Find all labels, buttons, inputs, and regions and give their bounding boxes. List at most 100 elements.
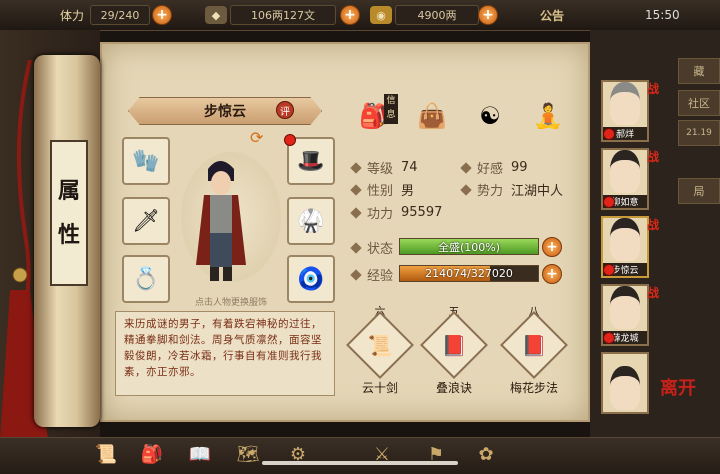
- stat-faction: 势力 江湖中人: [460, 180, 564, 199]
- skill-name: 云十剑: [361, 381, 398, 395]
- new-indicator: [603, 332, 615, 344]
- scroll-title: 属 性: [50, 140, 88, 286]
- ingot-value: 4900两: [395, 5, 479, 25]
- stat-label: 功力: [367, 207, 394, 222]
- exp-row: 经验: [350, 265, 401, 284]
- stat-value: 95597: [401, 205, 443, 220]
- outfit-hint: 点击人物更换服饰: [194, 298, 267, 308]
- battle-badge: 战: [647, 150, 660, 164]
- money-add-button[interactable]: +: [340, 5, 360, 25]
- right-tab-community[interactable]: 社区: [678, 90, 720, 116]
- exp-bar: 214074/327020: [399, 265, 539, 282]
- ring-icon: 💍: [132, 266, 160, 292]
- avatar: [610, 150, 640, 193]
- new-indicator: [603, 264, 615, 276]
- right-tab-ju[interactable]: 局: [678, 178, 720, 204]
- book-icon: 📕: [441, 333, 467, 357]
- flower-icon[interactable]: ✿: [470, 441, 502, 467]
- state-value: 全盛(100%): [437, 240, 501, 254]
- scroll-title-char: 性: [57, 222, 80, 248]
- equip-slot-gloves[interactable]: 🧤: [122, 137, 170, 185]
- money-value: 106两127文: [230, 5, 336, 25]
- skill-1[interactable]: 六 📜 云十剑: [346, 303, 414, 396]
- ingot-icon: ◉: [370, 5, 392, 25]
- exp-add-button[interactable]: +: [542, 264, 562, 284]
- ingot-add-button[interactable]: +: [478, 5, 498, 25]
- new-indicator: [284, 134, 296, 146]
- clock: 15:50: [645, 8, 680, 22]
- tab-bag[interactable]: 👜: [412, 96, 452, 136]
- state-bar: 全盛(100%): [399, 238, 539, 255]
- amulet-icon: 🧿: [297, 266, 325, 292]
- swap-icon[interactable]: ⟳: [250, 128, 272, 158]
- right-tab-cang[interactable]: 藏: [678, 58, 720, 84]
- top-bar: 体力 29/240 + ◆ 106两127文 + ◉ 4900两 + 公告 15…: [0, 0, 720, 31]
- compass-icon: ☯: [479, 102, 501, 130]
- bag-icon[interactable]: 🎒: [136, 441, 168, 467]
- scroll-title-char: 属: [57, 178, 80, 204]
- book-icon: 📕: [521, 333, 547, 357]
- stat-label: 等级: [367, 162, 394, 177]
- scroll-icon: 📜: [367, 333, 393, 357]
- tab-info-label: 信息: [384, 94, 398, 124]
- rating-badge[interactable]: 评: [276, 101, 294, 119]
- equip-slot-ring[interactable]: 💍: [122, 255, 170, 303]
- stat-value: 74: [401, 160, 418, 175]
- state-add-button[interactable]: +: [542, 237, 562, 257]
- dart-icon: 🗡: [132, 208, 160, 234]
- skill-frame: 📕: [420, 311, 488, 379]
- new-indicator: [603, 196, 615, 208]
- avatar: [610, 286, 640, 329]
- leave-button[interactable]: 离开: [660, 374, 696, 400]
- stat-favor: 好感 99: [460, 158, 528, 177]
- stat-label: 好感: [477, 162, 504, 177]
- skill-frame: 📕: [500, 311, 568, 379]
- stat-gender: 性别男: [350, 180, 415, 199]
- stat-value: 99: [511, 160, 528, 175]
- state-row: 状态: [350, 238, 401, 257]
- body-icon: 🧘: [533, 102, 563, 130]
- stamina-value: 29/240: [90, 5, 150, 25]
- tab-compass[interactable]: ☯: [470, 96, 510, 136]
- map-icon[interactable]: 🗺: [232, 441, 264, 467]
- scroll-icon[interactable]: 📜: [90, 441, 122, 467]
- stat-power: 功力 95597: [350, 203, 443, 222]
- equip-slot-weapon[interactable]: 🗡: [122, 197, 170, 245]
- book-icon[interactable]: 📖: [184, 441, 216, 467]
- roster-item[interactable]: [601, 352, 649, 414]
- stat-label: 性别: [367, 184, 394, 199]
- battle-badge: 战: [647, 286, 660, 300]
- skill-2[interactable]: 五 📕 叠浪诀: [420, 303, 488, 396]
- avatar: [610, 366, 640, 410]
- new-indicator: [603, 128, 615, 140]
- equip-slot-amulet[interactable]: 🧿: [287, 255, 335, 303]
- state-label: 状态: [367, 242, 394, 257]
- stat-value: 江湖中人: [511, 184, 564, 199]
- skill-name: 梅花步法: [509, 381, 558, 395]
- equip-slot-armor[interactable]: 🥋: [287, 197, 335, 245]
- gloves-icon: 🧤: [132, 148, 160, 174]
- avatar: [610, 82, 640, 125]
- avatar: [610, 218, 640, 261]
- armor-icon: 🥋: [297, 208, 325, 234]
- exp-label: 经验: [367, 269, 394, 284]
- stamina-add-button[interactable]: +: [152, 5, 172, 25]
- skill-3[interactable]: 八 📕 梅花步法: [500, 303, 568, 396]
- exp-value: 214074/327020: [425, 267, 513, 280]
- stamina-label: 体力: [60, 8, 85, 23]
- right-tab-number: 21.19: [678, 120, 720, 146]
- character-figure[interactable]: [190, 155, 250, 285]
- tab-body[interactable]: 🧘: [528, 96, 568, 136]
- home-indicator: [262, 461, 458, 465]
- battle-badge: 战: [647, 218, 660, 232]
- stat-value: 男: [401, 184, 415, 199]
- bag-icon: 👜: [417, 102, 447, 130]
- skill-name: 叠浪诀: [435, 381, 472, 395]
- character-description: 来历成谜的男子，有着跌宕神秘的过往，精通拳脚和剑法。周身气质凛然，面容坚毅俊朗，…: [115, 311, 335, 396]
- stat-level: 等级 74: [350, 158, 418, 177]
- skill-frame: 📜: [346, 311, 414, 379]
- battle-badge: 战: [647, 82, 660, 96]
- coin-icon: ◆: [205, 5, 227, 25]
- stat-label: 势力: [477, 184, 504, 199]
- notice-button[interactable]: 公告: [540, 5, 564, 25]
